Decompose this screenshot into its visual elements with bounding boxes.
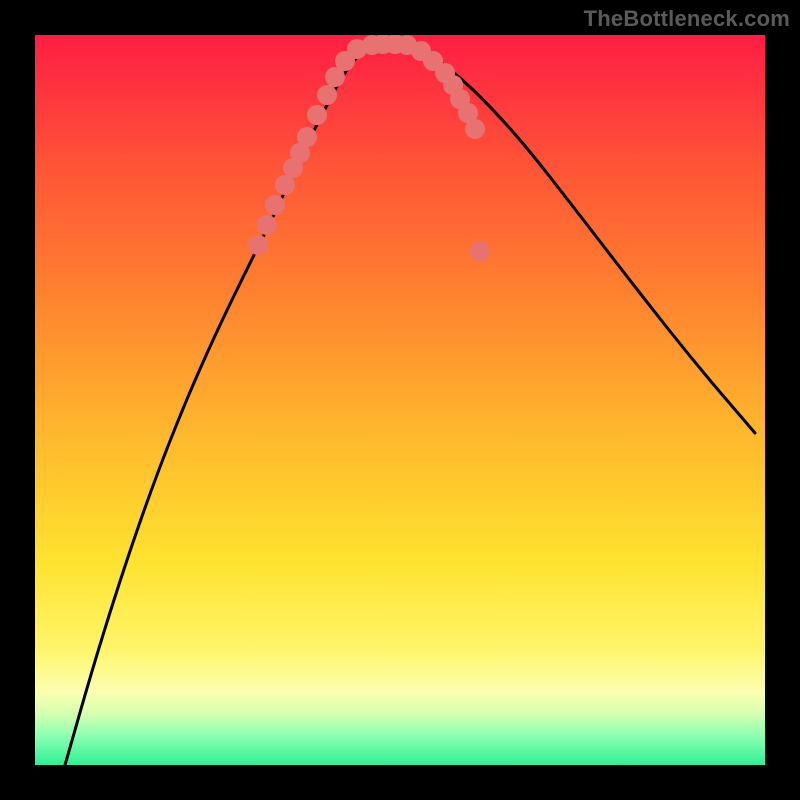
data-point-marker	[317, 85, 337, 105]
data-point-marker	[297, 127, 317, 147]
data-point-marker	[275, 175, 295, 195]
markers-layer	[248, 35, 490, 261]
data-point-marker	[465, 119, 485, 139]
chart-svg	[35, 35, 765, 765]
data-point-marker	[265, 195, 285, 215]
data-point-marker	[248, 235, 268, 255]
curve-layer	[65, 44, 755, 765]
bottleneck-curve	[65, 44, 755, 765]
watermark-text: TheBottleneck.com	[584, 6, 790, 32]
data-point-marker	[470, 241, 490, 261]
data-point-marker	[307, 105, 327, 125]
chart-frame: TheBottleneck.com	[0, 0, 800, 800]
data-point-marker	[257, 215, 277, 235]
plot-area	[35, 35, 765, 765]
